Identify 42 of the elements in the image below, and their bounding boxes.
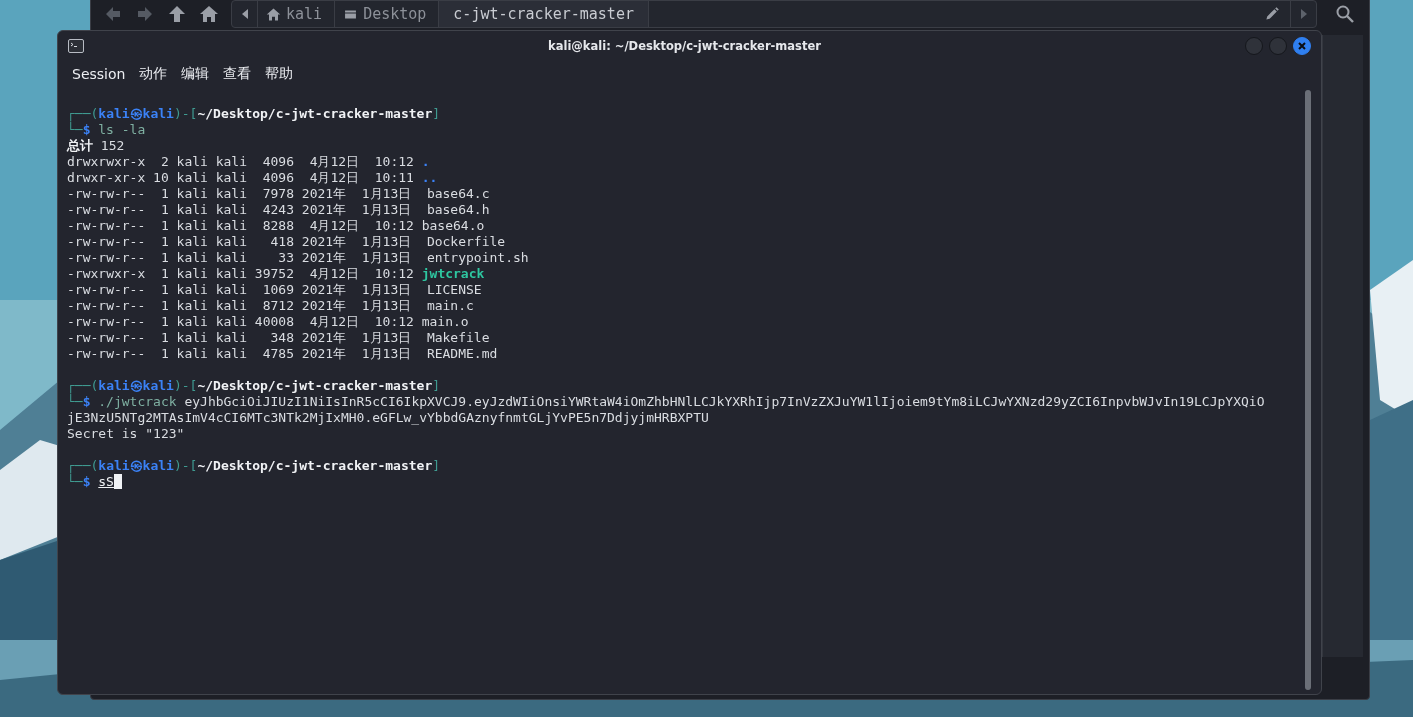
terminal-line: └─$ sS <box>67 474 122 490</box>
scrollbar[interactable] <box>1305 90 1311 690</box>
terminal-line: -rw-rw-r-- 1 kali kali 348 2021年 1月13日 Makefile <box>67 330 490 346</box>
terminal-line: -rwxrwxr-x 1 kali kali 39752 4月12日 10:12 jwtcrack <box>67 266 485 282</box>
pencil-icon[interactable] <box>1264 6 1280 22</box>
terminal-line: drwxrwxr-x 2 kali kali 4096 4月12日 10:12 . <box>67 154 430 170</box>
terminal-line: -rw-rw-r-- 1 kali kali 1069 2021年 1月13日 LICENSE <box>67 282 482 298</box>
forward-arrow-icon[interactable] <box>135 4 155 24</box>
terminal-line: jE3NzU5NTg2MTAsImV4cCI6MTc3NTk2MjIxMH0.eGFLw_vYbbdGAznyfnmtGLjYvPE5n7DdjyjmHRBXPTU <box>67 410 709 426</box>
terminal-line: -rw-rw-r-- 1 kali kali 8712 2021年 1月13日 main.c <box>67 298 474 314</box>
terminal-line: -rw-rw-r-- 1 kali kali 418 2021年 1月13日 Dockerfile <box>67 234 506 250</box>
terminal-line: 总计 152 <box>67 138 125 154</box>
terminal-line: └─$ ls -la <box>67 122 146 138</box>
terminal-line: drwxr-xr-x 10 kali kali 4096 4月12日 10:11 .. <box>67 170 438 186</box>
up-arrow-icon[interactable] <box>167 4 187 24</box>
terminal-line: -rw-rw-r-- 1 kali kali 4785 2021年 1月13日 README.md <box>67 346 498 362</box>
caret-icon <box>1299 8 1308 20</box>
menu-item[interactable]: 动作 <box>133 63 174 85</box>
home-icon[interactable] <box>199 4 219 24</box>
terminal-icon <box>68 38 84 53</box>
caret-icon <box>240 8 249 20</box>
terminal-line: ┌──(kali㉿kali)-[~/Desktop/c-jwt-cracker-master] <box>67 106 441 122</box>
close-icon <box>1297 40 1307 51</box>
terminal-line: -rw-rw-r-- 1 kali kali 4243 2021年 1月13日 base64.h <box>67 202 490 218</box>
terminal-line: -rw-rw-r-- 1 kali kali 8288 4月12日 10:12 base64.o <box>67 218 485 234</box>
terminal-line: -rw-rw-r-- 1 kali kali 40008 4月12日 10:12 main.o <box>67 314 469 330</box>
home-icon <box>266 6 281 22</box>
window-title: kali@kali: ~/Desktop/c-jwt-cracker-master <box>547 38 822 53</box>
menu-item[interactable]: Session <box>66 64 132 84</box>
terminal-line: -rw-rw-r-- 1 kali kali 7978 2021年 1月13日 base64.c <box>67 186 490 202</box>
menu-item[interactable]: 帮助 <box>259 63 300 85</box>
terminal-line: └─$ ./jwtcrack eyJhbGciOiJIUzI1NiIsInR5cCI6IkpXVCJ9.eyJzdWIiOnsiYWRtaW4iOmZhbHNlLCJkYXRhIjp7InVzZXJuYW1lIjoiem9tYm8iLCJwYXNzd29yZCI6InpvbWJvIn19LCJpYXQiO <box>67 394 1265 410</box>
terminal-line: -rw-rw-r-- 1 kali kali 33 2021年 1月13日 entrypoint.sh <box>67 250 529 266</box>
search-icon[interactable] <box>1335 4 1355 24</box>
breadcrumb-button[interactable]: c-jwt-cracker-master <box>439 1 649 27</box>
terminal-line: ┌──(kali㉿kali)-[~/Desktop/c-jwt-cracker-master] <box>67 378 441 394</box>
menu-item[interactable]: 编辑 <box>175 63 216 85</box>
close-button[interactable] <box>1293 36 1311 55</box>
menu-item[interactable]: 查看 <box>217 63 258 85</box>
terminal-line: ┌──(kali㉿kali)-[~/Desktop/c-jwt-cracker-master] <box>67 458 441 474</box>
terminal-line: Secret is "123" <box>67 426 185 442</box>
breadcrumb-button[interactable]: kali <box>258 1 336 27</box>
